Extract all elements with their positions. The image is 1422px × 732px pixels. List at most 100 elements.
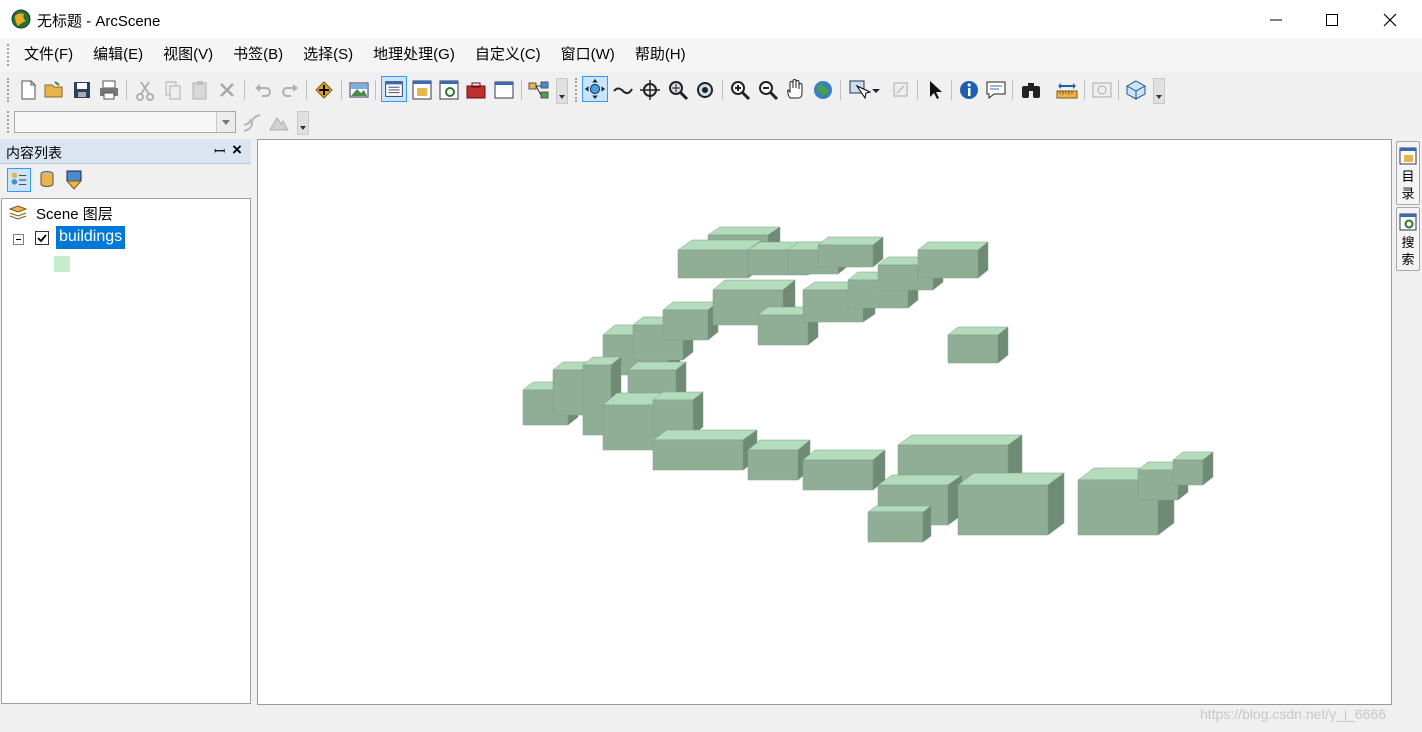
list-by-source-icon[interactable] <box>35 168 59 192</box>
layer-name-buildings[interactable]: buildings <box>56 226 126 249</box>
toolbar-separator <box>951 80 952 100</box>
toc-tree: Scene 图层 buildings <box>1 198 251 704</box>
menu-bar: 文件(F) 编辑(E) 视图(V) 书签(B) 选择(S) 地理处理(G) 自定… <box>0 38 1422 72</box>
center-on-target-icon[interactable] <box>638 78 662 102</box>
toc-window-icon[interactable] <box>381 76 407 102</box>
navigate-icon[interactable] <box>582 76 608 102</box>
building-block[interactable] <box>957 472 1065 536</box>
animation-icon[interactable] <box>1090 78 1114 102</box>
menu-geoprocessing[interactable]: 地理处理(G) <box>363 38 465 72</box>
status-bar: https://blog.csdn.net/y_j_6666 <box>0 706 1422 732</box>
measure-icon[interactable] <box>1055 78 1079 102</box>
building-block[interactable] <box>802 449 886 491</box>
toolbar-grip[interactable] <box>7 111 12 133</box>
building-block[interactable] <box>947 326 1009 364</box>
zoom-to-target-icon[interactable] <box>666 78 690 102</box>
toolbar-grip[interactable] <box>7 78 12 102</box>
transparency-icon[interactable] <box>267 111 291 135</box>
menu-view[interactable]: 视图(V) <box>153 38 223 72</box>
add-data-icon[interactable] <box>312 78 336 102</box>
modelbuilder-icon[interactable] <box>527 78 551 102</box>
layer-combo-box[interactable] <box>14 111 236 133</box>
copy-icon[interactable] <box>161 78 185 102</box>
set-observer-icon[interactable] <box>693 78 717 102</box>
select-elements-arrow-icon[interactable] <box>923 78 947 102</box>
title-bar: 无标题 - ArcScene <box>0 0 1422 38</box>
menu-windows[interactable]: 窗口(W) <box>551 38 625 72</box>
window-title: 无标题 - ArcScene <box>37 13 161 30</box>
toolbar-separator <box>306 80 307 100</box>
find-binoculars-icon[interactable] <box>1019 78 1043 102</box>
cut-icon[interactable] <box>133 78 157 102</box>
zoom-in-icon[interactable] <box>728 78 752 102</box>
combo-dropdown-arrow-icon[interactable] <box>216 112 235 132</box>
building-block[interactable] <box>662 301 719 341</box>
toolbar-separator <box>840 80 841 100</box>
pin-icon[interactable]: ꟷ <box>214 142 225 161</box>
swipe-layer-icon[interactable] <box>240 111 264 135</box>
toolbar-separator <box>521 80 522 100</box>
toolbar-separator <box>1084 80 1085 100</box>
menu-file[interactable]: 文件(F) <box>14 38 83 72</box>
watermark-text: https://blog.csdn.net/y_j_6666 <box>1200 706 1387 722</box>
identify-icon[interactable] <box>957 78 981 102</box>
catalog-window-icon[interactable] <box>410 78 434 102</box>
list-by-drawing-order-icon[interactable] <box>7 168 31 192</box>
collapse-layer-toggle[interactable] <box>13 234 24 245</box>
layer-symbol-swatch[interactable] <box>54 256 70 272</box>
toolbar-separator <box>375 80 376 100</box>
toolbar-options-dropdown[interactable] <box>556 78 568 104</box>
select-dropdown-arrow-icon[interactable] <box>870 78 882 102</box>
3d-effects-icon[interactable] <box>1124 78 1148 102</box>
close-button[interactable] <box>1361 0 1419 38</box>
toolbar-separator <box>1012 80 1013 100</box>
building-block[interactable] <box>652 429 758 471</box>
scene-layers-group[interactable]: Scene 图层 <box>8 204 113 223</box>
toolbar-grip[interactable] <box>575 78 580 102</box>
menu-grip[interactable] <box>7 44 12 66</box>
pan-hand-icon[interactable] <box>783 78 807 102</box>
new-document-icon[interactable] <box>16 78 40 102</box>
clear-selection-icon[interactable] <box>889 78 913 102</box>
building-block[interactable] <box>1172 451 1214 486</box>
print-icon[interactable] <box>97 78 121 102</box>
building-block[interactable] <box>867 505 932 543</box>
menu-bookmarks[interactable]: 书签(B) <box>223 38 293 72</box>
toolbar-separator <box>1118 80 1119 100</box>
save-icon[interactable] <box>70 78 94 102</box>
python-window-icon[interactable] <box>492 78 516 102</box>
layers-stack-icon <box>8 205 28 220</box>
layer-visibility-checkbox[interactable] <box>35 231 49 245</box>
menu-help[interactable]: 帮助(H) <box>625 38 696 72</box>
open-folder-icon[interactable] <box>42 78 66 102</box>
toolbar-options-dropdown[interactable] <box>1153 78 1165 104</box>
list-by-visibility-icon[interactable] <box>62 168 86 192</box>
fly-icon[interactable] <box>611 78 635 102</box>
zoom-out-icon[interactable] <box>756 78 780 102</box>
3d-buildings-scene[interactable] <box>258 140 1391 704</box>
paste-icon[interactable] <box>188 78 212 102</box>
search-window-icon[interactable] <box>437 78 461 102</box>
building-block[interactable] <box>817 236 884 268</box>
full-extent-globe-icon[interactable] <box>811 78 835 102</box>
search-dock-tab[interactable]: 搜索 <box>1396 207 1420 271</box>
building-block[interactable] <box>747 439 811 481</box>
menu-customize[interactable]: 自定义(C) <box>465 38 551 72</box>
scene-view[interactable] <box>257 139 1392 705</box>
building-block[interactable] <box>917 241 989 279</box>
select-features-icon[interactable] <box>847 78 871 102</box>
delete-icon[interactable] <box>215 78 239 102</box>
menu-edit[interactable]: 编辑(E) <box>83 38 153 72</box>
toc-close-icon[interactable]: × <box>232 140 242 160</box>
undo-icon[interactable] <box>251 78 275 102</box>
arctoolbox-icon[interactable] <box>464 78 488 102</box>
toolbar-options-dropdown[interactable] <box>297 111 309 135</box>
maximize-button[interactable] <box>1303 0 1361 38</box>
catalog-dock-tab[interactable]: 目录 <box>1396 141 1420 205</box>
scene-properties-icon[interactable] <box>347 78 371 102</box>
minimize-button[interactable] <box>1247 0 1305 38</box>
redo-icon[interactable] <box>278 78 302 102</box>
menu-selection[interactable]: 选择(S) <box>293 38 363 72</box>
building-block[interactable] <box>652 391 704 436</box>
html-popup-icon[interactable] <box>984 78 1008 102</box>
